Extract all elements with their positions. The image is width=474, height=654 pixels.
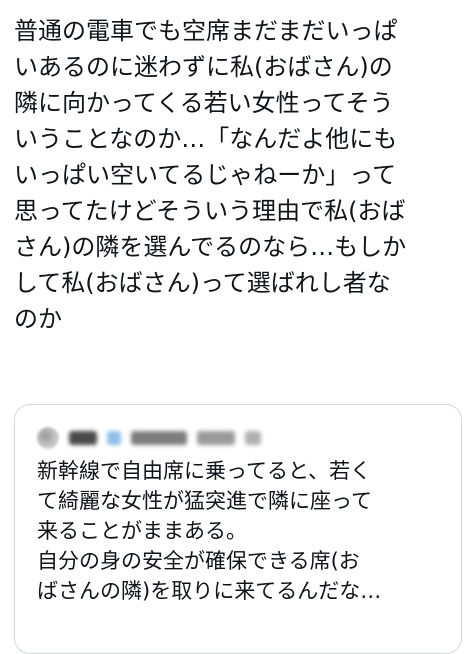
post-line: 普通の電車でも空席まだまだいっぱ [14,17,398,45]
quoted-post-line: て綺麗な女性が猛突進で隣に座って [37,489,372,513]
post-line: のか [14,305,62,333]
redacted-handle [131,431,187,445]
quoted-post-card[interactable]: 新幹線で自由席に乗ってると、若く て綺麗な女性が猛突進で隣に座って 来ることがま… [14,404,462,654]
post-line: して私(おばさん)って選ばれし者な [14,269,391,297]
quoted-post-line: 来ることがままある。 [37,519,247,543]
quoted-post-line: 新幹線で自由席に乗ってると、若く [37,459,372,483]
post-body: 普通の電車でも空席まだまだいっぱ いあるのに迷わずに私(おばさん)の 隣に向かっ… [14,13,466,337]
post-line: 隣に向かってくる若い女性ってそう [14,89,394,117]
quoted-post-line: ばさんの隣)を取りに来てるんだな… [37,579,382,603]
redacted-handle [245,431,261,445]
redacted-display-name [69,431,97,445]
quoted-post-body: 新幹線で自由席に乗ってると、若く て綺麗な女性が猛突進で隣に座って 来ることがま… [37,456,452,606]
redacted-verified-icon [107,431,121,445]
post-line: いうことなのか…「なんだよ他にも [14,125,398,153]
avatar [37,427,59,449]
post-line: いあるのに迷わずに私(おばさん)の [14,53,393,81]
post-line: いっぱい空いてるじゃねーか」って [14,161,397,189]
quoted-post-author-redacted [37,427,261,449]
quoted-post-line: 自分の身の安全が確保できる席(お [37,549,360,573]
post-line: さん)の隣を選んでるのなら…もしか [14,233,407,261]
post-line: 思ってたけどそういう理由で私(おば [14,197,406,225]
redacted-handle [197,431,235,445]
